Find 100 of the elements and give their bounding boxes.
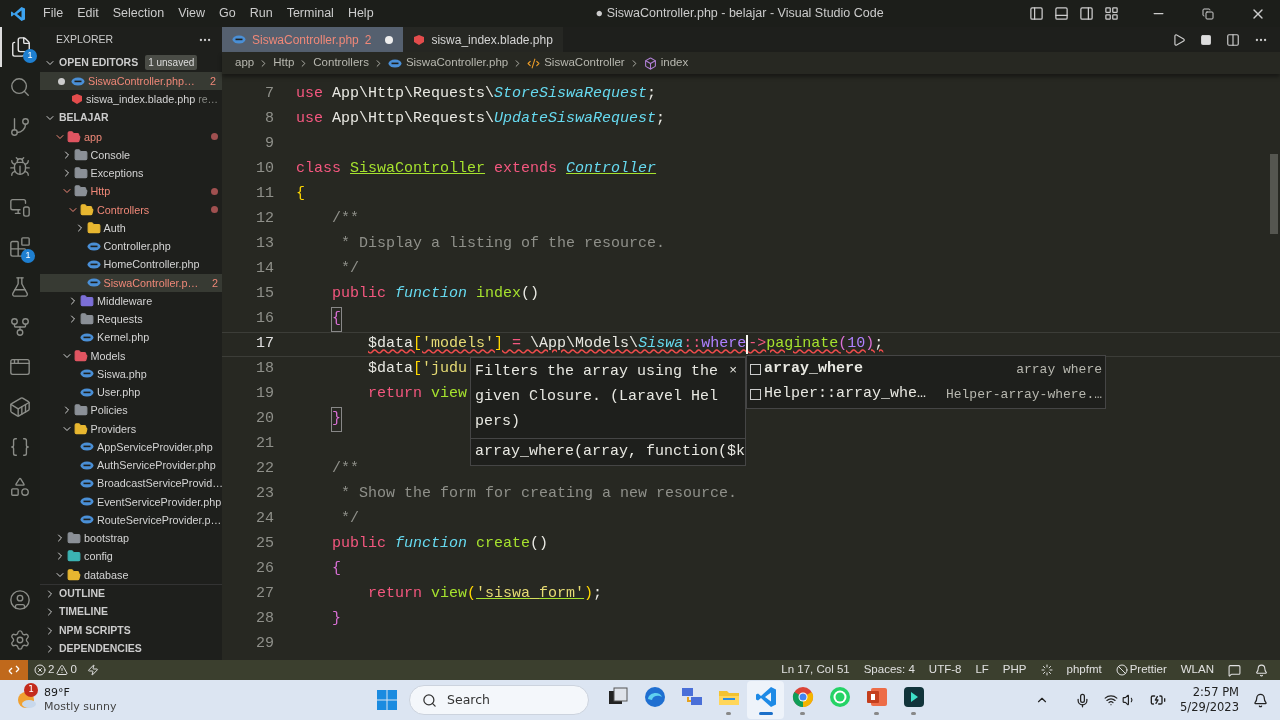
- section-header[interactable]: OPEN EDITORS: [59, 54, 139, 71]
- files-icon[interactable]: [10, 36, 32, 58]
- status-item[interactable]: phpfmt: [1066, 661, 1102, 679]
- video-editor-icon[interactable]: [901, 685, 926, 709]
- code-editor-icon[interactable]: [753, 685, 778, 709]
- suggestion-item[interactable]: Helper::array_whe… Helper-array-where.…: [747, 382, 1105, 407]
- tree-item[interactable]: Http: [40, 182, 222, 201]
- open-editor-item[interactable]: SiswaController.php… 2: [40, 72, 222, 91]
- notifications-icon[interactable]: [1255, 663, 1268, 677]
- tree-item[interactable]: bootstrap: [40, 529, 222, 548]
- search-field[interactable]: Search: [409, 685, 589, 715]
- tree-item[interactable]: Auth: [40, 218, 222, 237]
- tree-item[interactable]: database: [40, 565, 222, 584]
- menu-item[interactable]: Go: [212, 4, 243, 23]
- tree-item[interactable]: AuthServiceProvider.php: [40, 456, 222, 475]
- tree-item[interactable]: Providers: [40, 419, 222, 438]
- battery-icon[interactable]: [1150, 692, 1167, 708]
- run-debug-icon[interactable]: [9, 156, 31, 178]
- badge: 1: [21, 249, 35, 263]
- tree-item[interactable]: Middleware: [40, 291, 222, 310]
- browser-icon[interactable]: [642, 685, 667, 709]
- presentation-icon[interactable]: [864, 685, 889, 709]
- tree-item[interactable]: Siswa.php: [40, 364, 222, 383]
- braces-icon[interactable]: [9, 436, 31, 458]
- remote-monitor-icon[interactable]: [9, 196, 31, 218]
- remote-button[interactable]: [0, 660, 28, 680]
- wifi-icon[interactable]: [1104, 693, 1119, 707]
- browser-icon[interactable]: [790, 685, 815, 709]
- tree-item[interactable]: EventServiceProvider.php: [40, 492, 222, 511]
- suggestion-item[interactable]: array_where array where: [747, 357, 1105, 382]
- git-graph-icon[interactable]: [9, 316, 31, 338]
- customize-layout-icon[interactable]: [1104, 6, 1119, 21]
- tree-item[interactable]: Policies: [40, 401, 222, 420]
- lightning-icon[interactable]: [86, 664, 99, 676]
- breadcrumb-item[interactable]: SiswaController: [544, 54, 625, 72]
- open-editor-item[interactable]: siswa_index.blade.php re…: [40, 90, 222, 109]
- section-header[interactable]: DEPENDENCIES: [59, 640, 142, 657]
- tree-item[interactable]: Controllers: [40, 200, 222, 219]
- editor-tab[interactable]: siswa_index.blade.php: [403, 27, 563, 52]
- tree-item[interactable]: RouteServiceProvider.p…: [40, 510, 222, 529]
- tree-item[interactable]: Models: [40, 346, 222, 365]
- section-header[interactable]: OUTLINE: [59, 586, 106, 602]
- close-icon[interactable]: ×: [729, 358, 745, 434]
- start-icon[interactable]: [377, 690, 397, 710]
- status-item[interactable]: UTF-8: [928, 661, 962, 679]
- breadcrumb-item[interactable]: Controllers: [313, 54, 369, 72]
- status-item[interactable]: PHP: [1002, 661, 1027, 679]
- api-window-icon[interactable]: [9, 356, 31, 378]
- split-editor-icon[interactable]: [1226, 32, 1240, 47]
- section-header[interactable]: TIMELINE: [59, 604, 108, 621]
- breadcrumb-item[interactable]: SiswaController.php: [405, 54, 509, 72]
- source-control-icon[interactable]: [9, 116, 31, 138]
- tree-item[interactable]: AppServiceProvider.php: [40, 437, 222, 456]
- feedback-icon[interactable]: [1228, 663, 1241, 677]
- toggle-sidebar-icon[interactable]: [1029, 6, 1044, 21]
- container-icon[interactable]: [9, 396, 31, 418]
- tree-item[interactable]: BroadcastServiceProvid…: [40, 474, 222, 493]
- menu-item[interactable]: Help: [340, 4, 381, 23]
- square-icon[interactable]: [1200, 33, 1212, 46]
- tree-item[interactable]: Kernel.php: [40, 328, 222, 347]
- search-icon[interactable]: [9, 76, 31, 98]
- tree-item[interactable]: config: [40, 547, 222, 566]
- account-icon[interactable]: [9, 589, 31, 611]
- shapes-icon[interactable]: [9, 476, 31, 498]
- breadcrumb-item[interactable]: app: [235, 54, 255, 72]
- section-header[interactable]: NPM SCRIPTS: [59, 622, 131, 639]
- status-item[interactable]: Ln 17, Col 51: [781, 661, 850, 679]
- status-item[interactable]: Spaces: 4: [863, 661, 915, 679]
- tree-item[interactable]: SiswaController.p… 2: [40, 273, 222, 292]
- menu-item[interactable]: Edit: [70, 4, 106, 23]
- menu-item[interactable]: File: [36, 4, 71, 23]
- problems-button[interactable]: 2 0: [34, 661, 77, 679]
- prettier-button[interactable]: Prettier: [1115, 661, 1167, 679]
- file-name: Controllers: [97, 202, 150, 218]
- status-item[interactable]: LF: [975, 661, 989, 679]
- toggle-panel-icon[interactable]: [1054, 6, 1069, 21]
- status-item[interactable]: WLAN: [1180, 661, 1214, 679]
- breadcrumb-item[interactable]: index: [660, 54, 689, 72]
- notifications-icon[interactable]: [1253, 692, 1268, 708]
- section-header[interactable]: BELAJAR: [59, 110, 109, 126]
- menu-item[interactable]: Selection: [105, 4, 172, 23]
- tree-item[interactable]: HomeController.php: [40, 255, 222, 274]
- toggle-secondary-sidebar-icon[interactable]: [1079, 6, 1094, 21]
- menu-item[interactable]: Run: [242, 4, 280, 23]
- microphone-icon[interactable]: [1075, 692, 1091, 708]
- restore-icon[interactable]: [1202, 7, 1214, 20]
- breadcrumb-item[interactable]: Http: [273, 54, 295, 72]
- flask-icon[interactable]: [9, 276, 31, 298]
- tree-item[interactable]: Requests: [40, 310, 222, 329]
- scrollbar-thumb[interactable]: [1270, 154, 1278, 234]
- menu-item[interactable]: View: [171, 4, 212, 23]
- tree-item[interactable]: Controller.php: [40, 237, 222, 256]
- tree-item[interactable]: Console: [40, 145, 222, 164]
- settings-icon[interactable]: [9, 629, 31, 651]
- extensions-icon[interactable]: [9, 236, 31, 258]
- menu-item[interactable]: Terminal: [279, 4, 341, 23]
- run-icon[interactable]: [1172, 32, 1186, 47]
- tree-item[interactable]: app: [40, 127, 222, 146]
- tree-item[interactable]: Exceptions: [40, 164, 222, 183]
- tree-item[interactable]: User.php: [40, 383, 222, 402]
